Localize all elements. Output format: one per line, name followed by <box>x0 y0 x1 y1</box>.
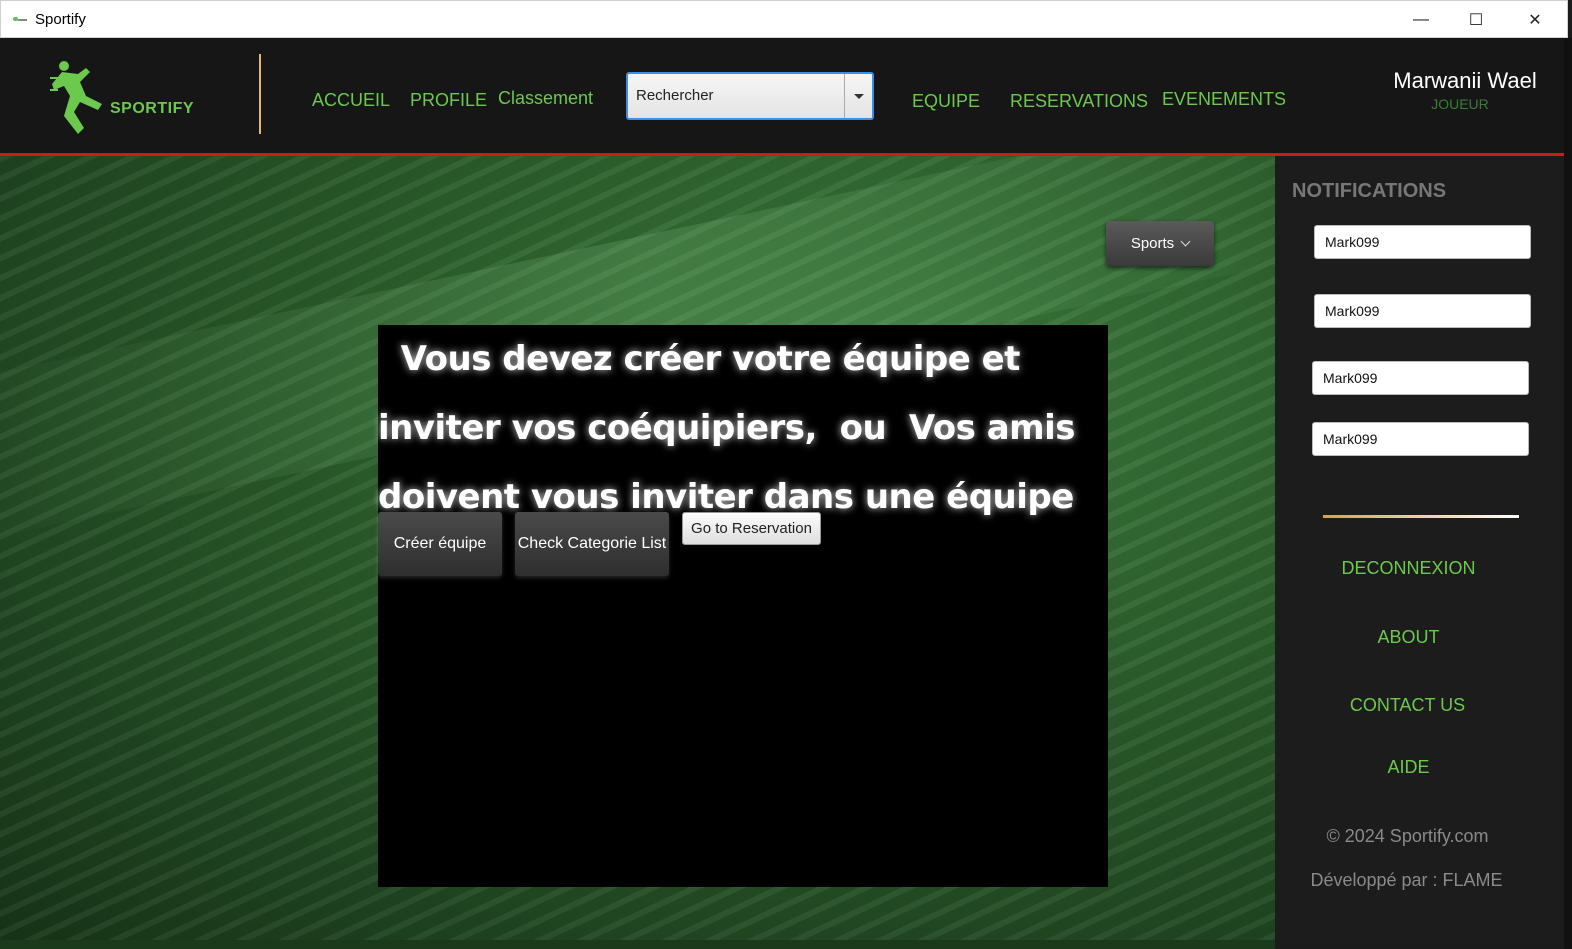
search-combobox[interactable]: Rechercher <box>626 72 874 120</box>
minimize-button[interactable]: — <box>1392 1 1450 38</box>
nav-evenements[interactable]: EVENEMENTS <box>1162 89 1286 110</box>
go-to-reservation-button[interactable]: Go to Reservation <box>682 512 821 545</box>
notifications-title: NOTIFICATIONS <box>1292 180 1447 202</box>
notification-item[interactable]: Mark099 <box>1312 361 1529 395</box>
app-header: SPORTIFY ACCUEIL PROFILE Classement Rech… <box>0 38 1564 154</box>
developer-credit: Développé par : FLAME <box>1310 870 1503 890</box>
contact-us-link[interactable]: CONTACT US <box>1263 695 1552 716</box>
help-link[interactable]: AIDE <box>1264 757 1553 778</box>
logout-link[interactable]: DECONNEXION <box>1264 558 1553 579</box>
sportify-logo[interactable]: SPORTIFY <box>50 60 200 140</box>
user-name: Marwanii Wael <box>1393 68 1537 93</box>
window-right-edge <box>1564 38 1572 949</box>
logo-text: SPORTIFY <box>110 100 195 117</box>
chevron-down-icon <box>1180 236 1191 247</box>
window-title: Sportify <box>35 10 86 28</box>
maximize-button[interactable]: ☐ <box>1447 1 1505 38</box>
notification-item[interactable]: Mark099 <box>1312 422 1529 456</box>
team-message: Vous devez créer votre équipe et inviter… <box>378 325 1108 532</box>
bottom-strip <box>0 940 1275 949</box>
about-link[interactable]: ABOUT <box>1264 627 1553 648</box>
create-team-button[interactable]: Créer équipe <box>378 512 502 576</box>
check-category-list-button[interactable]: Check Categorie List <box>515 512 669 576</box>
nav-equipe[interactable]: EQUIPE <box>912 91 980 112</box>
sports-menu-button[interactable]: Sports <box>1106 221 1214 266</box>
nav-classement[interactable]: Classement <box>498 88 593 109</box>
team-message-line-2: inviter vos coéquipiers, ou Vos amis <box>378 408 1076 448</box>
window-titlebar: Sportify — ☐ ✕ <box>0 0 1568 38</box>
sidebar-separator <box>1323 515 1519 518</box>
header-divider <box>259 54 261 134</box>
notification-item[interactable]: Mark099 <box>1314 225 1531 259</box>
notifications-sidebar: NOTIFICATIONS Mark099 Mark099 Mark099 Ma… <box>1275 156 1564 946</box>
close-button[interactable]: ✕ <box>1506 1 1564 38</box>
main-content: Sports Vous devez créer votre équipe et … <box>0 156 1275 946</box>
notification-item[interactable]: Mark099 <box>1314 294 1531 328</box>
team-info-panel: Vous devez créer votre équipe et inviter… <box>378 325 1108 887</box>
user-role: JOUEUR <box>1431 96 1489 112</box>
team-message-line-1: Vous devez créer votre équipe et <box>378 339 1021 379</box>
runner-icon <box>50 61 102 134</box>
nav-accueil[interactable]: ACCUEIL <box>312 90 390 111</box>
app-icon <box>13 14 27 24</box>
copyright-text: © 2024 Sportify.com <box>1326 826 1489 846</box>
nav-reservations[interactable]: RESERVATIONS <box>1010 91 1148 112</box>
nav-profile[interactable]: PROFILE <box>410 90 487 111</box>
combobox-arrow-icon[interactable] <box>844 74 872 118</box>
sports-menu-label: Sports <box>1130 235 1175 252</box>
search-combobox-value[interactable]: Rechercher <box>628 74 844 118</box>
